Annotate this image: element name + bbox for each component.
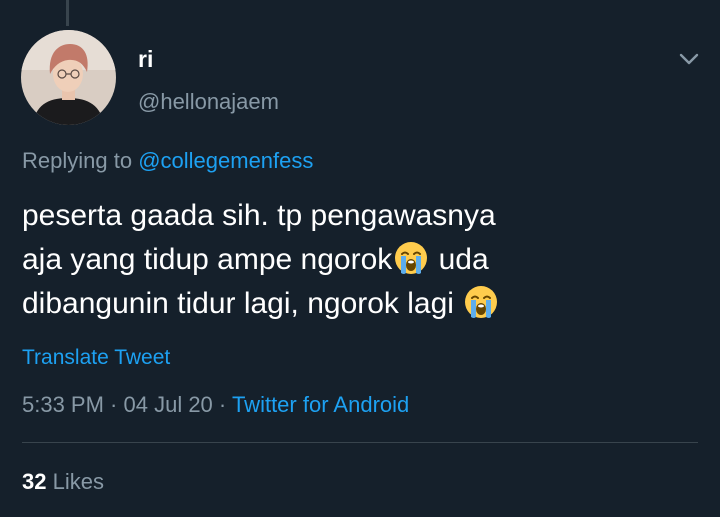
avatar-image — [21, 30, 116, 125]
metadata-separator: · — [103, 392, 124, 417]
likes-count: 32 — [22, 469, 47, 494]
metadata-separator: · — [212, 392, 232, 417]
thread-connector-line — [66, 0, 69, 26]
loudly-crying-face-icon — [464, 285, 498, 319]
display-name[interactable]: ri — [138, 46, 153, 73]
replying-to-line: Replying to @collegemenfess — [22, 148, 313, 174]
tweet-text-line-2: aja yang tidup ampe ngorok uda — [22, 238, 682, 282]
replying-to-label: Replying to — [22, 148, 139, 173]
tweet-text-segment: dibangunin tidur lagi, ngorok lagi — [22, 287, 463, 320]
tweet-text-line-1: peserta gaada sih. tp pengawasnya — [22, 199, 496, 232]
tweet-source-link[interactable]: Twitter for Android — [232, 392, 409, 417]
avatar[interactable] — [21, 30, 116, 125]
likes-summary[interactable]: 32 Likes — [22, 469, 104, 495]
chevron-down-icon[interactable] — [676, 46, 702, 72]
tweet-metadata: 5:33 PM · 04 Jul 20 · Twitter for Androi… — [22, 392, 409, 418]
tweet-date: 04 Jul 20 — [123, 392, 213, 417]
tweet-container: ri @hellonajaem Replying to @collegemenf… — [0, 0, 720, 517]
tweet-text-line-3: dibangunin tidur lagi, ngorok lagi — [22, 282, 682, 326]
tweet-time: 5:33 PM — [22, 392, 104, 417]
loudly-crying-face-icon — [394, 241, 428, 275]
user-handle[interactable]: @hellonajaem — [138, 89, 279, 115]
likes-label: Likes — [46, 469, 104, 494]
replying-to-mention[interactable]: @collegemenfess — [138, 148, 313, 173]
tweet-text-segment: aja yang tidup ampe ngorok — [22, 243, 393, 276]
translate-tweet-link[interactable]: Translate Tweet — [22, 346, 170, 370]
divider — [22, 442, 698, 443]
tweet-text: peserta gaada sih. tp pengawasnya aja ya… — [22, 194, 682, 326]
tweet-text-segment: uda — [430, 243, 489, 276]
